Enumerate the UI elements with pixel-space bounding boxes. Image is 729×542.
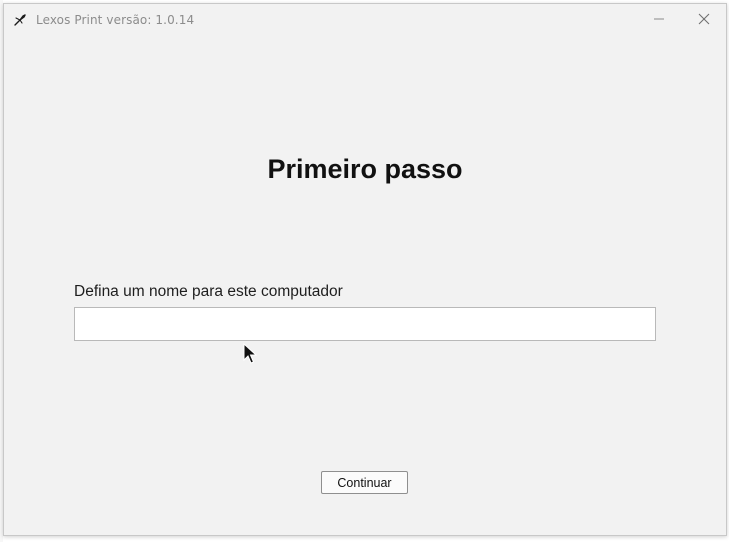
page-title: Primeiro passo [267,154,463,184]
close-button[interactable] [682,4,726,34]
computer-name-input[interactable] [74,307,656,341]
continue-button[interactable]: Continuar [321,471,408,494]
mouse-cursor-icon [243,343,257,364]
minimize-button[interactable] [637,4,681,34]
app-window: Lexos Print versão: 1.0.14 Primeiro pass… [3,3,727,536]
window-title: Lexos Print versão: 1.0.14 [36,13,195,27]
title-bar[interactable]: Lexos Print versão: 1.0.14 [4,4,726,36]
close-icon [698,13,710,25]
app-icon [14,14,26,26]
minimize-icon [654,18,664,20]
computer-name-label: Defina um nome para este computador [74,283,343,300]
